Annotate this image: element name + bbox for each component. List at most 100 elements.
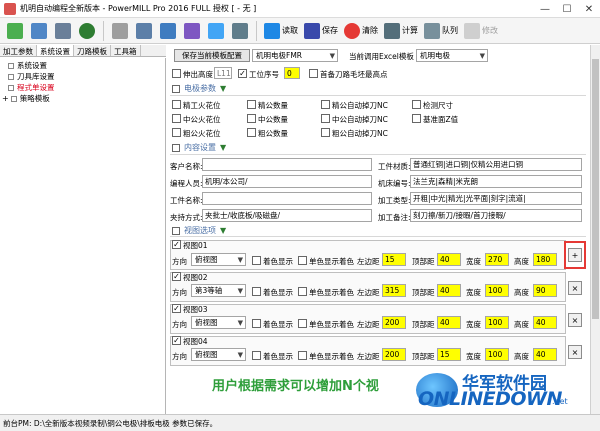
- electrode-checkbox[interactable]: [247, 114, 256, 123]
- left-margin-input[interactable]: 200: [382, 316, 406, 329]
- direction-select[interactable]: 俯视图 ▼: [191, 348, 246, 361]
- width-input[interactable]: 100: [485, 316, 509, 329]
- electrode-checkbox[interactable]: [247, 128, 256, 137]
- tree-item-strategy-template[interactable]: + 策略模板: [0, 93, 165, 104]
- shade-checkbox[interactable]: [252, 351, 261, 360]
- workpiece-input[interactable]: [202, 192, 372, 205]
- view-checkbox[interactable]: ✓: [172, 240, 181, 249]
- electrode-checkbox[interactable]: [321, 128, 330, 137]
- save-button[interactable]: 保存: [302, 20, 340, 42]
- machine-input[interactable]: 法兰克|森精|米克朗: [410, 175, 582, 188]
- electrode-checkbox[interactable]: [412, 114, 421, 123]
- remove-view-button[interactable]: ×: [568, 281, 582, 295]
- scrollbar-thumb[interactable]: [592, 59, 599, 319]
- close-button[interactable]: ✕: [578, 0, 600, 18]
- shade-label: 着色显示: [263, 257, 293, 266]
- electrode-section-header[interactable]: 电极参数 ▼: [172, 83, 226, 94]
- content-section-header[interactable]: 内容设置 ▼: [172, 142, 226, 153]
- height-input[interactable]: 180: [533, 253, 557, 266]
- remove-view-button[interactable]: ×: [568, 313, 582, 327]
- extend-height-checkbox[interactable]: [172, 69, 181, 78]
- toolbar-tool-8-button[interactable]: [181, 20, 203, 42]
- chevron-down-icon: ▼: [237, 286, 243, 295]
- customer-input[interactable]: [202, 158, 372, 171]
- vertical-scrollbar[interactable]: [590, 45, 600, 414]
- tab-process-params[interactable]: 加工参数: [0, 45, 37, 56]
- save-template-config-button[interactable]: 保存当前模板配置: [174, 49, 250, 62]
- minimize-button[interactable]: —: [534, 0, 556, 18]
- width-input[interactable]: 270: [485, 253, 509, 266]
- mono-shade-checkbox[interactable]: [298, 287, 307, 296]
- view-checkbox[interactable]: ✓: [172, 272, 181, 281]
- remark-input[interactable]: 刻刀擦/新刀/接暇/首刀接暇/: [410, 209, 582, 222]
- process-no-input[interactable]: 0: [284, 67, 300, 79]
- electrode-checkbox[interactable]: [172, 100, 181, 109]
- electrode-checkbox[interactable]: [321, 114, 330, 123]
- toolbar-tool-5-button[interactable]: [109, 20, 131, 42]
- direction-select[interactable]: 俯视图 ▼: [191, 253, 246, 266]
- programmer-input[interactable]: 机明/本公司/: [202, 175, 372, 188]
- toolbar-tool-2-button[interactable]: [28, 20, 50, 42]
- view-checkbox[interactable]: ✓: [172, 336, 181, 345]
- load-button[interactable]: 读取: [262, 20, 300, 42]
- toolbar-tool-4-button[interactable]: [76, 20, 98, 42]
- calc-button[interactable]: 计算: [382, 20, 420, 42]
- mono-shade-checkbox[interactable]: [298, 256, 307, 265]
- tree-item-system-settings[interactable]: 系统设置: [0, 60, 165, 71]
- toolbar-tool-3-button[interactable]: [52, 20, 74, 42]
- electrode-checkbox[interactable]: [172, 114, 181, 123]
- material-input[interactable]: 普通红铜|进口铜|仅精公用进口铜: [410, 158, 582, 171]
- height-input[interactable]: 40: [533, 316, 557, 329]
- divider: [170, 154, 586, 155]
- toolbar-tool-9-button[interactable]: [205, 20, 227, 42]
- process-type-input[interactable]: 开粗|中光|精光|光平面|刻字|流道|: [410, 192, 582, 205]
- extend-height-input[interactable]: L11: [214, 67, 232, 79]
- top-margin-input[interactable]: 40: [437, 253, 461, 266]
- toolbar-tool-1-button[interactable]: [4, 20, 26, 42]
- left-margin-input[interactable]: 315: [382, 284, 406, 297]
- chevron-down-icon: ▼: [220, 143, 227, 152]
- toolbar-tool-7-button[interactable]: [157, 20, 179, 42]
- direction-select[interactable]: 第3等轴 ▼: [191, 284, 246, 297]
- width-input[interactable]: 100: [485, 284, 509, 297]
- queue-button[interactable]: 队列: [422, 20, 460, 42]
- tab-toolpath-template[interactable]: 刀路模板: [74, 45, 111, 56]
- remove-view-button[interactable]: ×: [568, 345, 582, 359]
- tree-item-program-sheet[interactable]: 程式单设置: [0, 82, 165, 93]
- left-margin-input[interactable]: 15: [382, 253, 406, 266]
- height-input[interactable]: 90: [533, 284, 557, 297]
- shade-checkbox[interactable]: [252, 287, 261, 296]
- template-select[interactable]: 机明电极FMR ▼: [252, 49, 338, 62]
- add-view-button[interactable]: +: [568, 248, 582, 262]
- mono-shade-checkbox[interactable]: [298, 319, 307, 328]
- shade-label: 着色显示: [263, 352, 293, 361]
- electrode-checkbox[interactable]: [172, 128, 181, 137]
- shade-checkbox[interactable]: [252, 256, 261, 265]
- toolbar-tool-10-button[interactable]: [229, 20, 251, 42]
- toolbar-tool-6-button[interactable]: [133, 20, 155, 42]
- direction-select[interactable]: 俯视图 ▼: [191, 316, 246, 329]
- maximize-button[interactable]: ☐: [556, 0, 578, 18]
- top-margin-input[interactable]: 40: [437, 316, 461, 329]
- modify-button[interactable]: 修改: [462, 20, 500, 42]
- clear-button[interactable]: 清除: [342, 20, 380, 42]
- mono-shade-checkbox[interactable]: [298, 351, 307, 360]
- top-margin-input[interactable]: 15: [437, 348, 461, 361]
- left-margin-input[interactable]: 200: [382, 348, 406, 361]
- process-no-checkbox[interactable]: ✓: [238, 69, 247, 78]
- height-input[interactable]: 40: [533, 348, 557, 361]
- first-tool-checkbox[interactable]: [309, 69, 318, 78]
- shade-checkbox[interactable]: [252, 319, 261, 328]
- view-section-header[interactable]: 视图选项 ▼: [172, 225, 226, 236]
- tree-item-tool-library[interactable]: 刀具库设置: [0, 71, 165, 82]
- tab-system-settings[interactable]: 系统设置: [37, 45, 74, 56]
- clamp-input[interactable]: 夹批士/收底板/吸磁盘/: [202, 209, 372, 222]
- tab-toolbox[interactable]: 工具箱: [111, 45, 141, 56]
- width-input[interactable]: 100: [485, 348, 509, 361]
- top-margin-input[interactable]: 40: [437, 284, 461, 297]
- electrode-checkbox[interactable]: [247, 100, 256, 109]
- electrode-checkbox[interactable]: [321, 100, 330, 109]
- electrode-checkbox[interactable]: [412, 100, 421, 109]
- view-checkbox[interactable]: ✓: [172, 304, 181, 313]
- excel-template-select[interactable]: 机明电极 ▼: [416, 49, 488, 62]
